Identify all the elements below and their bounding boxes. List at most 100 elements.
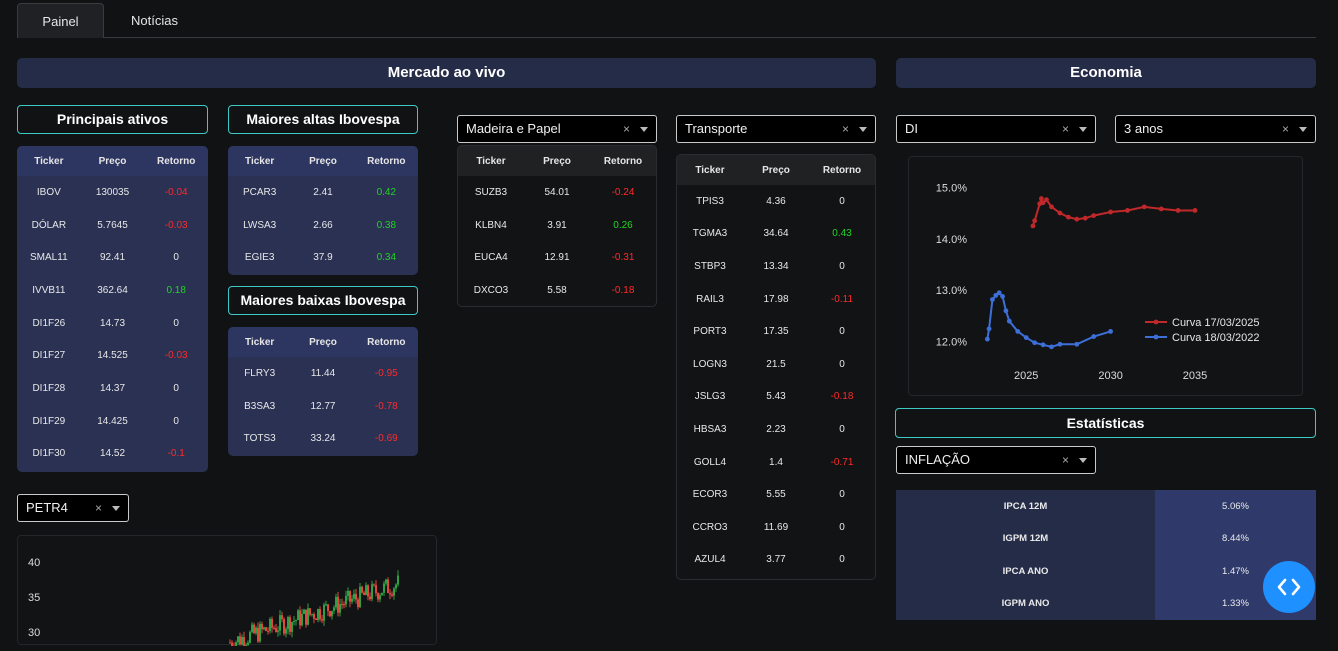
- candle-body: [337, 596, 339, 613]
- top-gainers-title: Maiores altas Ibovespa: [228, 105, 418, 134]
- chevron-down-icon[interactable]: [1299, 127, 1307, 132]
- stats-row: IPCA ANO 1.47%: [896, 555, 1316, 588]
- ticker-cell: DI1F26: [32, 317, 66, 329]
- code-toggle-button[interactable]: [1263, 561, 1315, 613]
- stock-candlestick-chart[interactable]: 40 35 30: [18, 536, 438, 651]
- curve-dropdown[interactable]: DI ×: [896, 115, 1096, 143]
- candle-body: [283, 619, 285, 634]
- candle-body: [349, 590, 351, 602]
- candle-body: [231, 642, 233, 648]
- candle-body: [279, 615, 281, 631]
- candle-body: [359, 586, 361, 608]
- chevron-down-icon[interactable]: [112, 506, 120, 511]
- clear-icon[interactable]: ×: [95, 495, 102, 521]
- candle-body: [339, 604, 341, 613]
- ticker-cell: IVVB11: [32, 284, 66, 296]
- table-row: DÓLAR 5.7645 -0.03: [17, 209, 208, 242]
- stats-dropdown[interactable]: INFLAÇÃO ×: [896, 446, 1096, 474]
- y-tick-label: 40: [28, 557, 40, 569]
- data-point: [1065, 214, 1071, 220]
- table-row: JSLG3 5.43 -0.18: [677, 381, 875, 414]
- stats-label: IPCA ANO: [896, 555, 1155, 588]
- table-row: FLRY3 11.44 -0.95: [228, 357, 418, 390]
- table-header: Ticker Preço Retorno: [228, 146, 418, 176]
- ticker-cell: TGMA3: [692, 228, 728, 240]
- clear-icon[interactable]: ×: [1062, 116, 1069, 142]
- stock-dropdown[interactable]: PETR4 ×: [17, 494, 129, 522]
- candle-body: [245, 644, 247, 648]
- candle-body: [255, 627, 257, 634]
- column-header: Ticker: [34, 155, 64, 167]
- table-row: TGMA3 34.64 0.43: [677, 218, 875, 251]
- price-cell: 12.91: [544, 252, 570, 264]
- period-dropdown[interactable]: 3 anos ×: [1115, 115, 1316, 143]
- sector2-dropdown[interactable]: Transporte ×: [676, 115, 876, 143]
- y-tick-label: 12.0%: [936, 337, 967, 349]
- return-cell: 0: [839, 195, 845, 207]
- chevron-down-icon[interactable]: [640, 127, 648, 132]
- table-row: TPIS3 4.36 0: [677, 185, 875, 218]
- clear-icon[interactable]: ×: [1062, 447, 1069, 473]
- candle-body: [367, 585, 369, 597]
- price-cell: 5.55: [766, 489, 786, 501]
- clear-icon[interactable]: ×: [1282, 116, 1289, 142]
- legend-label: Curva 17/03/2025: [1172, 317, 1259, 329]
- candle-body: [319, 609, 321, 620]
- table-row: IBOV 130035 -0.04: [17, 176, 208, 209]
- candle-body: [291, 622, 293, 632]
- stats-value: 5.06%: [1155, 490, 1316, 523]
- price-cell: 54.01: [544, 186, 570, 198]
- chevron-down-icon[interactable]: [859, 127, 867, 132]
- candle-body: [311, 614, 313, 616]
- candle-body: [363, 592, 365, 596]
- column-header: Ticker: [245, 336, 275, 348]
- tab-bar: Painel Notícias: [17, 3, 1316, 38]
- candle-body: [353, 593, 355, 599]
- candle-body: [379, 595, 381, 600]
- data-point: [1049, 204, 1054, 210]
- candle-body: [389, 593, 391, 595]
- price-cell: 14.73: [99, 317, 126, 329]
- return-cell: 0.38: [376, 219, 397, 231]
- stats-label: IGPM ANO: [896, 587, 1155, 620]
- chevron-down-icon[interactable]: [1079, 127, 1087, 132]
- column-header: Ticker: [476, 155, 506, 167]
- ticker-cell: EGIE3: [244, 252, 275, 264]
- return-cell: -0.03: [164, 350, 188, 362]
- candle-body: [343, 604, 345, 606]
- curve-dropdown-value: DI: [905, 121, 918, 136]
- ticker-cell: CCRO3: [692, 521, 728, 533]
- candle-body: [355, 593, 357, 600]
- chevron-down-icon[interactable]: [1079, 458, 1087, 463]
- candle-body: [249, 631, 251, 643]
- ticker-cell: DI1F30: [32, 448, 66, 460]
- return-cell: 0: [839, 260, 845, 272]
- clear-icon[interactable]: ×: [623, 116, 630, 142]
- data-point: [1158, 206, 1164, 212]
- price-cell: 2.66: [313, 219, 333, 231]
- stats-row: IGPM ANO 1.33%: [896, 587, 1316, 620]
- ticker-cell: ECOR3: [692, 489, 728, 501]
- table-row: TOTS3 33.24 -0.69: [228, 422, 418, 455]
- clear-icon[interactable]: ×: [842, 116, 849, 142]
- ticker-cell: FLRY3: [244, 367, 276, 379]
- sector1-dropdown[interactable]: Madeira e Papel ×: [457, 115, 657, 143]
- candle-body: [309, 608, 311, 615]
- tab-painel[interactable]: Painel: [17, 3, 104, 38]
- table-row: LWSA3 2.66 0.38: [228, 209, 418, 242]
- data-point: [986, 326, 992, 332]
- return-cell: 0: [173, 317, 179, 329]
- tab-noticias[interactable]: Notícias: [112, 3, 197, 38]
- candle-body: [361, 586, 363, 593]
- candle-body: [345, 595, 347, 605]
- yield-curve-chart[interactable]: 12.0% 13.0% 14.0% 15.0% 2025 2030 2035 Curva 17…: [909, 157, 1304, 397]
- period-dropdown-value: 3 anos: [1124, 121, 1164, 136]
- table-row: GOLL4 1.4 -0.71: [677, 446, 875, 479]
- price-cell: 14.525: [97, 350, 128, 362]
- ticker-cell: HBSA3: [693, 423, 727, 435]
- data-point: [1032, 218, 1038, 224]
- candle-body: [253, 624, 255, 634]
- ticker-cell: DÓLAR: [31, 219, 67, 231]
- data-point: [990, 297, 995, 302]
- ticker-cell: LWSA3: [243, 219, 277, 231]
